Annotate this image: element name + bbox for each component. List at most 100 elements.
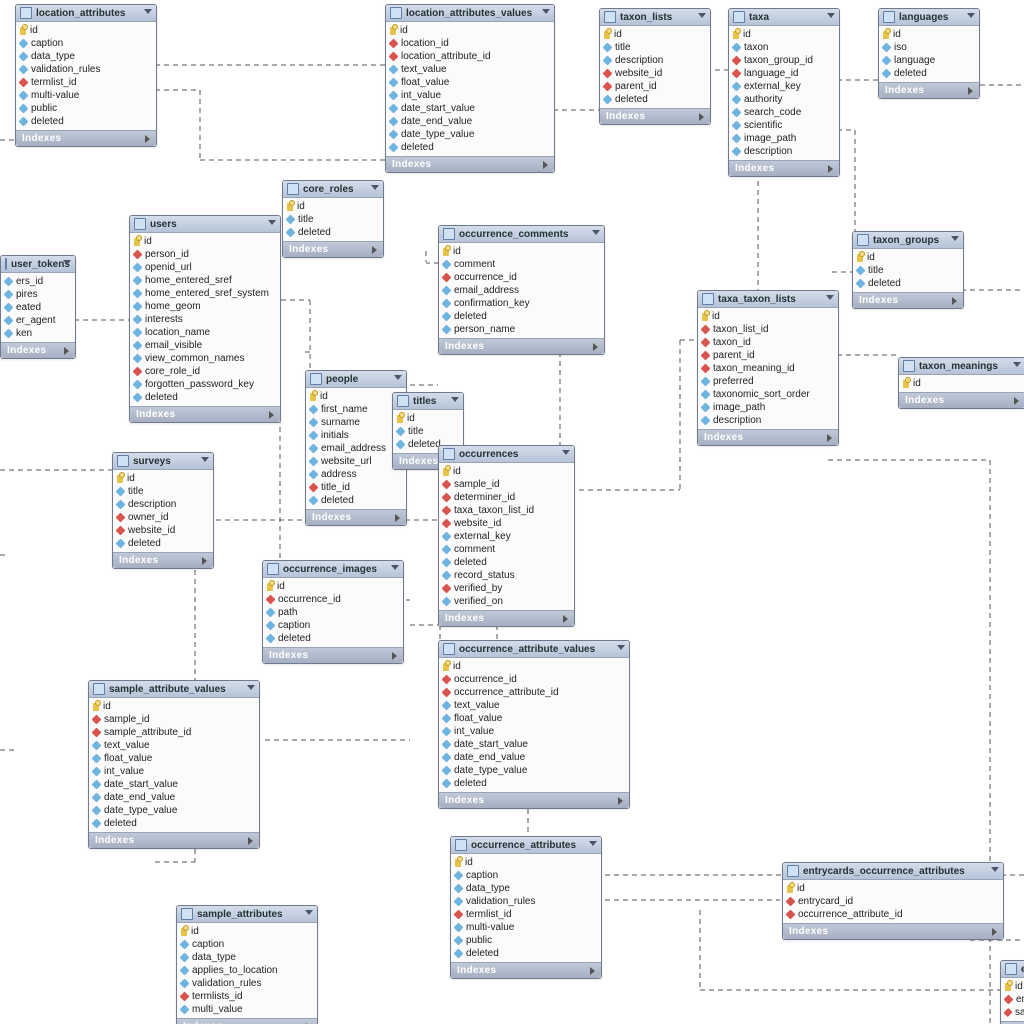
column[interactable]: id	[443, 465, 568, 478]
column[interactable]: int_value	[443, 725, 623, 738]
column[interactable]: title	[397, 425, 457, 438]
table-header[interactable]: location_attributes	[16, 5, 156, 22]
column[interactable]: termlist_id	[455, 908, 595, 921]
indexes-row[interactable]: Indexes	[439, 792, 629, 808]
column[interactable]: ers_id	[5, 275, 69, 288]
column[interactable]: deleted	[117, 537, 207, 550]
column[interactable]: public	[20, 102, 150, 115]
column[interactable]: deleted	[883, 67, 973, 80]
column[interactable]: occurrence_id	[443, 673, 623, 686]
column[interactable]: path	[267, 606, 397, 619]
column[interactable]: date_type_value	[443, 764, 623, 777]
column[interactable]: int_value	[93, 765, 253, 778]
indexes-row[interactable]: Indexes	[729, 160, 839, 176]
column[interactable]: scientific	[733, 119, 833, 132]
column[interactable]: id	[267, 580, 397, 593]
table-header[interactable]: occurrence_attributes	[451, 837, 601, 854]
column[interactable]: language	[883, 54, 973, 67]
column[interactable]: address	[310, 468, 400, 481]
column[interactable]: id	[134, 235, 274, 248]
column[interactable]: id	[702, 310, 832, 323]
table-header[interactable]: taxa	[729, 9, 839, 26]
table-header[interactable]: surveys	[113, 453, 213, 470]
table-header[interactable]: occurrence_images	[263, 561, 403, 578]
chevron-down-icon[interactable]	[305, 910, 313, 915]
table-entry_partial[interactable]: entryidentrycarsample_iIndexes	[1000, 960, 1024, 1024]
indexes-row[interactable]: Indexes	[263, 647, 403, 663]
column[interactable]: verified_on	[443, 595, 568, 608]
indexes-row[interactable]: Indexes	[439, 610, 574, 626]
column[interactable]: openid_url	[134, 261, 274, 274]
table-taxa[interactable]: taxaidtaxontaxon_group_idlanguage_idexte…	[728, 8, 840, 177]
indexes-row[interactable]: Indexes	[783, 923, 1003, 939]
indexes-row[interactable]: Indexes	[306, 509, 406, 525]
table-header[interactable]: occurrence_attribute_values	[439, 641, 629, 658]
column[interactable]: location_id	[390, 37, 548, 50]
column[interactable]: eated	[5, 301, 69, 314]
column[interactable]: sample_id	[443, 478, 568, 491]
column[interactable]: email_address	[443, 284, 598, 297]
column[interactable]: deleted	[443, 556, 568, 569]
chevron-down-icon[interactable]	[371, 185, 379, 190]
column[interactable]: date_type_value	[93, 804, 253, 817]
column[interactable]: int_value	[390, 89, 548, 102]
table-taxon_meanings[interactable]: taxon_meaningsidIndexes	[898, 357, 1024, 409]
column[interactable]: authority	[733, 93, 833, 106]
indexes-row[interactable]: Indexes	[177, 1018, 317, 1024]
column[interactable]: id	[397, 412, 457, 425]
table-location_attributes[interactable]: location_attributesidcaptiondata_typeval…	[15, 4, 157, 147]
table-header[interactable]: users	[130, 216, 280, 233]
table-occurrence_images[interactable]: occurrence_imagesidoccurrence_idpathcapt…	[262, 560, 404, 664]
column[interactable]: deleted	[390, 141, 548, 154]
column[interactable]: id	[287, 200, 377, 213]
column[interactable]: occurrence_attribute_id	[787, 908, 997, 921]
column[interactable]: text_value	[390, 63, 548, 76]
column[interactable]: parent_id	[604, 80, 704, 93]
column[interactable]: website_id	[604, 67, 704, 80]
column[interactable]: data_type	[181, 951, 311, 964]
table-header[interactable]: occurrences	[439, 446, 574, 463]
chevron-down-icon[interactable]	[391, 565, 399, 570]
table-header[interactable]: entry	[1001, 961, 1024, 978]
column[interactable]: surname	[310, 416, 400, 429]
column[interactable]: caption	[267, 619, 397, 632]
column[interactable]: pires	[5, 288, 69, 301]
indexes-row[interactable]: Indexes	[853, 292, 963, 308]
table-header[interactable]: user_tokens	[1, 256, 75, 273]
column[interactable]: iso	[883, 41, 973, 54]
table-occurrence_comments[interactable]: occurrence_commentsidcommentoccurrence_i…	[438, 225, 605, 355]
table-users[interactable]: usersidperson_idopenid_urlhome_entered_s…	[129, 215, 281, 423]
chevron-down-icon[interactable]	[827, 13, 835, 18]
column[interactable]: taxon	[733, 41, 833, 54]
column[interactable]: deleted	[443, 310, 598, 323]
column[interactable]: website_url	[310, 455, 400, 468]
table-header[interactable]: taxon_groups	[853, 232, 963, 249]
chevron-down-icon[interactable]	[201, 457, 209, 462]
chevron-down-icon[interactable]	[589, 841, 597, 846]
table-occurrence_attributes[interactable]: occurrence_attributesidcaptiondata_typev…	[450, 836, 602, 979]
column[interactable]: applies_to_location	[181, 964, 311, 977]
column[interactable]: initials	[310, 429, 400, 442]
indexes-row[interactable]: Indexes	[386, 156, 554, 172]
column[interactable]: er_agent	[5, 314, 69, 327]
column[interactable]: website_id	[443, 517, 568, 530]
column[interactable]: interests	[134, 313, 274, 326]
chevron-down-icon[interactable]	[951, 236, 959, 241]
table-location_attributes_values[interactable]: location_attributes_valuesidlocation_idl…	[385, 4, 555, 173]
column[interactable]: occurrence_id	[443, 271, 598, 284]
column[interactable]: deleted	[310, 494, 400, 507]
column[interactable]: comment	[443, 543, 568, 556]
column[interactable]: id	[604, 28, 704, 41]
column[interactable]: deleted	[267, 632, 397, 645]
chevron-down-icon[interactable]	[698, 13, 706, 18]
table-occurrence_attribute_values[interactable]: occurrence_attribute_valuesidoccurrence_…	[438, 640, 630, 809]
column[interactable]: taxon_id	[702, 336, 832, 349]
column[interactable]: validation_rules	[455, 895, 595, 908]
column[interactable]: deleted	[93, 817, 253, 830]
indexes-row[interactable]: Indexes	[698, 429, 838, 445]
column[interactable]: date_end_value	[390, 115, 548, 128]
table-header[interactable]: taxon_lists	[600, 9, 710, 26]
column[interactable]: external_key	[733, 80, 833, 93]
column[interactable]: id	[787, 882, 997, 895]
column[interactable]: comment	[443, 258, 598, 271]
